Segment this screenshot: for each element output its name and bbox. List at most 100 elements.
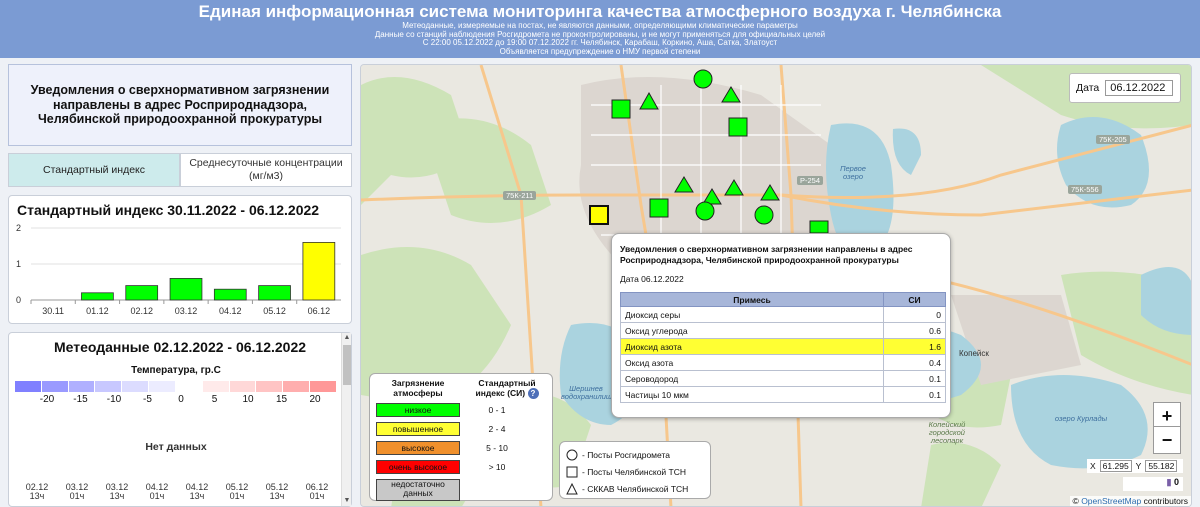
scroll-up-icon[interactable]: ▲ [342,333,352,343]
meteo-time-label: 02.12 13ч [26,483,49,501]
meteo-panel: Метеоданные 02.12.2022 - 06.12.2022 Темп… [8,332,352,507]
temperature-scale-cell [310,381,337,392]
station-rosgidromet-marker[interactable] [695,201,715,221]
substance-name: Сероводород [620,370,884,387]
substance-index: 0 [883,306,946,323]
meteo-time-label: 04.12 01ч [146,483,169,501]
substance-name: Частицы 10 мкм [620,386,884,403]
y-tick-label: 2 [16,224,21,233]
station-popup: Уведомления о сверхнормативном загрязнен… [611,233,951,418]
station-tsn-marker[interactable] [649,198,669,218]
substance-row: Диоксид азота 1.6 [620,338,946,355]
substance-index: 1.6 [883,338,946,355]
date-filter-label: Дата [1076,82,1100,94]
time-hour: 13ч [109,491,125,501]
station-tsn-marker[interactable] [728,117,748,137]
legend-row: низкое 0 - 1 [376,402,546,418]
coord-y-value: 55.182 [1145,460,1178,472]
index-bar[interactable] [302,241,336,301]
temperature-scale-cell [283,381,311,392]
legend-sckav: - СККАВ Челябинской ТСН [566,480,704,497]
square-icon [566,466,578,477]
coord-x-value: 61.295 [1099,460,1132,472]
popup-title: Уведомления о сверхнормативном загрязнен… [620,244,913,265]
index-bar-chart: 0 1 2 30.11 01.12 02.12 03.12 04.12 05.12 06.12 [16,224,341,316]
temperature-scale-cell [122,381,150,392]
index-tabs: Стандартный индекс Среднесуточные концен… [8,153,352,187]
meteo-time-label: 05.12 13ч [266,483,289,501]
temperature-tick: 20 [309,394,321,405]
legend-swatch: очень высокое [376,460,460,474]
no-data-message: Нет данных [145,441,207,453]
temperature-label: Температура, гр.С [131,365,221,376]
index-chart-title: Стандартный индекс 30.11.2022 - 06.12.20… [17,202,320,218]
popup-date: Дата 06.12.2022 [620,274,684,284]
header-warning: Объявляется предупреждение о НМУ первой … [499,46,701,56]
temperature-tick: -5 [143,394,152,405]
meteo-time-axis: 02.12 13ч 03.12 01ч 03.12 13ч 04.12 01ч 04.12 13ч… [26,483,329,503]
station-rosgidromet-marker[interactable] [754,205,774,225]
tab-daily-concentrations[interactable]: Среднесуточные концентрации (мг/м3) [180,153,352,187]
legend-swatch: низкое [376,403,460,417]
station-tsn-marker[interactable] [611,99,631,119]
legend-index-header-text: Стандартный индекс (СИ) [475,378,536,398]
scroll-thumb[interactable] [343,345,351,385]
lake-label-shershnev: Шершнев водохранилище [561,384,617,401]
temperature-tick: 0 [178,394,184,405]
substance-name: Диоксид серы [620,306,884,323]
road-label-75k556: 75К-556 [1068,185,1102,194]
substance-table: Примесь СИ Диоксид серы 0 Оксид углерода 0.… [620,292,946,403]
substance-row: Оксид углерода 0.6 [620,322,946,339]
park-label-kopeisky: Копейский городской лесопарк [928,420,966,445]
meteo-scrollbar[interactable]: ▲ ▼ [341,333,351,506]
tab-standard-index[interactable]: Стандартный индекс [8,153,180,187]
meteo-time-label: 03.12 01ч [66,483,89,501]
time-hour: 01ч [149,491,165,501]
index-chart-panel: Стандартный индекс 30.11.2022 - 06.12.20… [8,195,352,324]
x-tick-label: 05.12 [263,306,286,316]
station-rosgidromet-marker[interactable] [693,69,713,89]
coord-x-label: X [1090,461,1096,471]
y-tick-label: 0 [16,295,21,305]
map-view[interactable]: 75К-211 Р-254 75К-205 75К-556 Первое озе… [360,64,1192,507]
station-tsn-marker[interactable] [809,220,829,234]
temperature-scale [15,381,337,392]
attribution-prefix: © [1072,496,1079,506]
scroll-down-icon[interactable]: ▼ [342,496,352,506]
osm-link[interactable]: OpenStreetMap [1081,496,1141,506]
index-bar[interactable] [81,292,114,301]
temperature-scale-cell [149,381,176,392]
temperature-scale-cell [95,381,123,392]
temperature-scale-cell [15,381,42,392]
legend-range: > 10 [488,462,506,472]
zoom-level-value: 0 [1173,477,1179,487]
station-tsn-selected-marker[interactable] [589,205,609,225]
coordinates-readout: X 61.295 Y 55.182 [1087,459,1183,473]
index-bar[interactable] [169,278,203,301]
substance-index: 0.1 [883,370,946,387]
temperature-scale-cell [68,381,96,392]
help-icon[interactable]: ? [527,388,539,399]
index-bar[interactable] [213,288,247,301]
temperature-tick: -10 [106,394,122,405]
road-label-75k211: 75К-211 [503,191,537,200]
index-bar[interactable] [258,285,291,301]
legend-rosgidromet-label: - Посты Росгидромета [582,449,670,460]
substance-index: 0.1 [883,386,946,403]
substance-row: Сероводород 0.1 [620,370,946,387]
substance-name: Оксид азота [620,354,884,371]
legend-row: повышенное 2 - 4 [376,421,546,437]
station-legend: - Посты Росгидромета - Посты Челябинской… [559,441,711,499]
index-column-header: СИ [883,292,946,307]
substance-name: Оксид углерода [620,322,884,339]
date-input[interactable]: 06.12.2022 [1105,80,1174,96]
filter-icon[interactable]: ▮ [1167,477,1172,487]
temperature-scale-cell [229,381,257,392]
index-bar[interactable] [125,285,159,301]
circle-icon [566,449,578,460]
temperature-scale-cell [256,381,284,392]
x-tick-label: 01.12 [86,306,109,316]
map-attribution: © OpenStreetMap contributors [1069,496,1191,506]
legend-range: 2 - 4 [488,424,506,434]
zoom-out-button[interactable]: − [1153,426,1181,454]
